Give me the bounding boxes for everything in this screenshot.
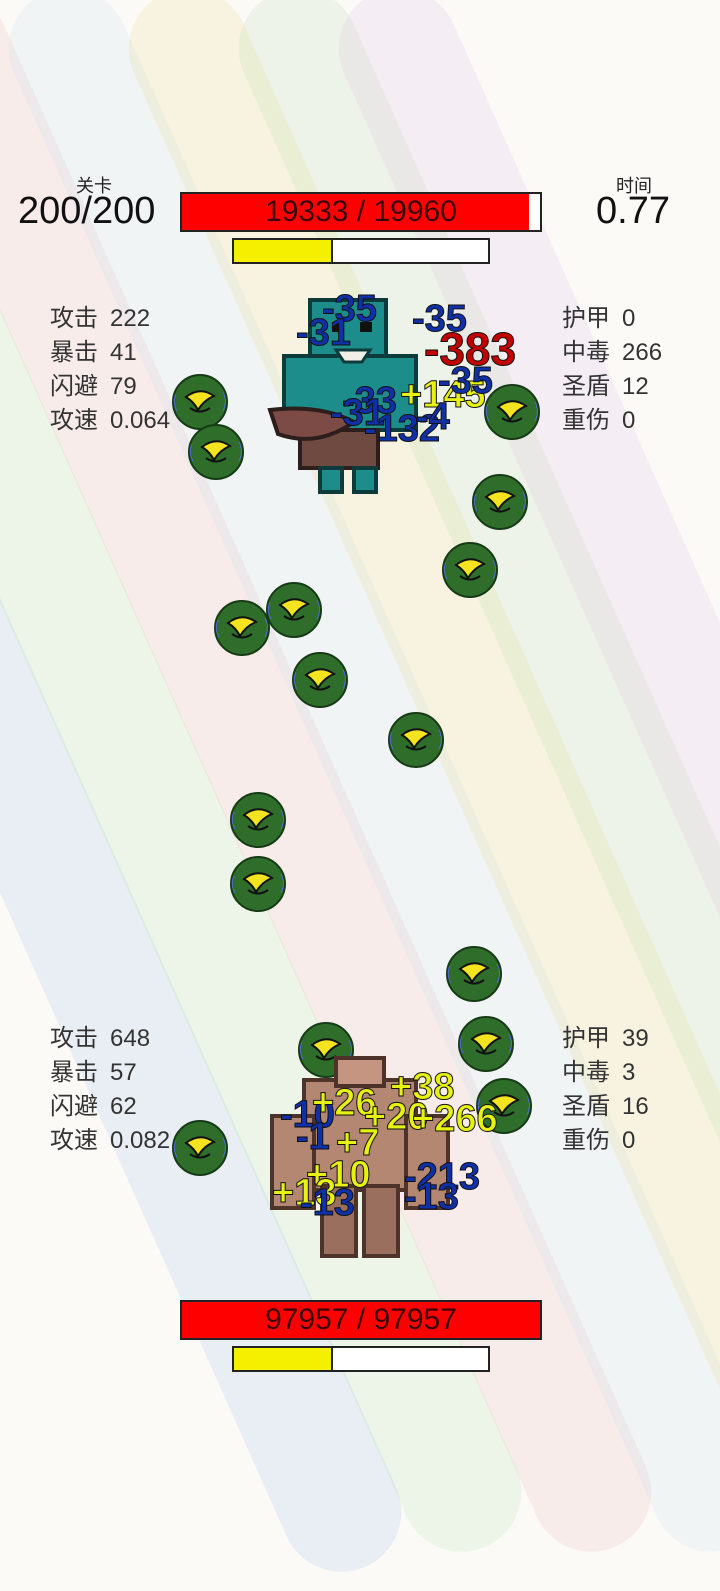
- level-value: 200/200: [18, 190, 156, 232]
- player-energy-fill: [234, 1348, 333, 1370]
- poison-orb-projectile: [170, 1118, 230, 1178]
- poison-orb-projectile: [212, 598, 272, 658]
- player-energy-bar: [232, 1346, 490, 1372]
- poison-orb-projectile: [228, 790, 288, 850]
- enemy-hp-text: 19333 / 19960: [265, 195, 457, 228]
- poison-orb-projectile: [386, 710, 446, 770]
- stat-poison: 中毒 266: [562, 339, 663, 366]
- stat-poison: 中毒 3: [562, 1059, 636, 1086]
- player-hp-text: 97957 / 97957: [265, 1303, 457, 1336]
- player-damage-number: -13: [404, 1176, 460, 1218]
- poison-orb-projectile: [186, 422, 246, 482]
- stat-grievous: 重伤 0: [562, 407, 636, 434]
- enemy-energy-fill: [234, 240, 333, 262]
- stat-grievous: 重伤 0: [562, 1127, 636, 1154]
- stat-attack-speed: 攻速 0.064: [50, 407, 171, 434]
- player-hp-bar: 97957 / 97957: [180, 1300, 542, 1340]
- enemy-damage-number: -4: [416, 396, 451, 438]
- player-damage-number: -1: [296, 1116, 331, 1158]
- stat-crit: 暴击 57: [50, 1059, 137, 1086]
- poison-orb-projectile: [444, 944, 504, 1004]
- stat-attack: 攻击 648: [50, 1025, 151, 1052]
- stat-attack: 攻击 222: [50, 305, 151, 332]
- poison-orb-projectile: [482, 382, 542, 442]
- enemy-hp-bar: 19333 / 19960: [180, 192, 542, 232]
- enemy-damage-number: -31: [296, 312, 352, 354]
- poison-orb-projectile: [470, 472, 530, 532]
- stat-shield: 圣盾 16: [562, 1093, 649, 1120]
- stat-attack-speed: 攻速 0.082: [50, 1127, 171, 1154]
- stat-dodge: 闪避 79: [50, 373, 137, 400]
- time-value: 0.77: [596, 190, 670, 232]
- enemy-energy-bar: [232, 238, 490, 264]
- poison-orb-projectile: [264, 580, 324, 640]
- player-right-stats: 护甲 39 中毒 3 圣盾 16 重伤 0: [562, 1022, 649, 1158]
- player-damage-number: -13: [300, 1182, 356, 1224]
- stat-dodge: 闪避 62: [50, 1093, 137, 1120]
- poison-orb-projectile: [228, 854, 288, 914]
- enemy-left-stats: 攻击 222 暴击 41 闪避 79 攻速 0.064: [50, 302, 170, 438]
- poison-orb-projectile: [440, 540, 500, 600]
- stat-armor: 护甲 39: [562, 1025, 649, 1052]
- poison-orb-projectile: [290, 650, 350, 710]
- stat-shield: 圣盾 12: [562, 373, 649, 400]
- enemy-right-stats: 护甲 0 中毒 266 圣盾 12 重伤 0: [562, 302, 662, 438]
- player-left-stats: 攻击 648 暴击 57 闪避 62 攻速 0.082: [50, 1022, 170, 1158]
- player-heal-number: +266: [412, 1098, 499, 1140]
- poison-orb-projectile: [456, 1014, 516, 1074]
- stat-armor: 护甲 0: [562, 305, 636, 332]
- stat-crit: 暴击 41: [50, 339, 137, 366]
